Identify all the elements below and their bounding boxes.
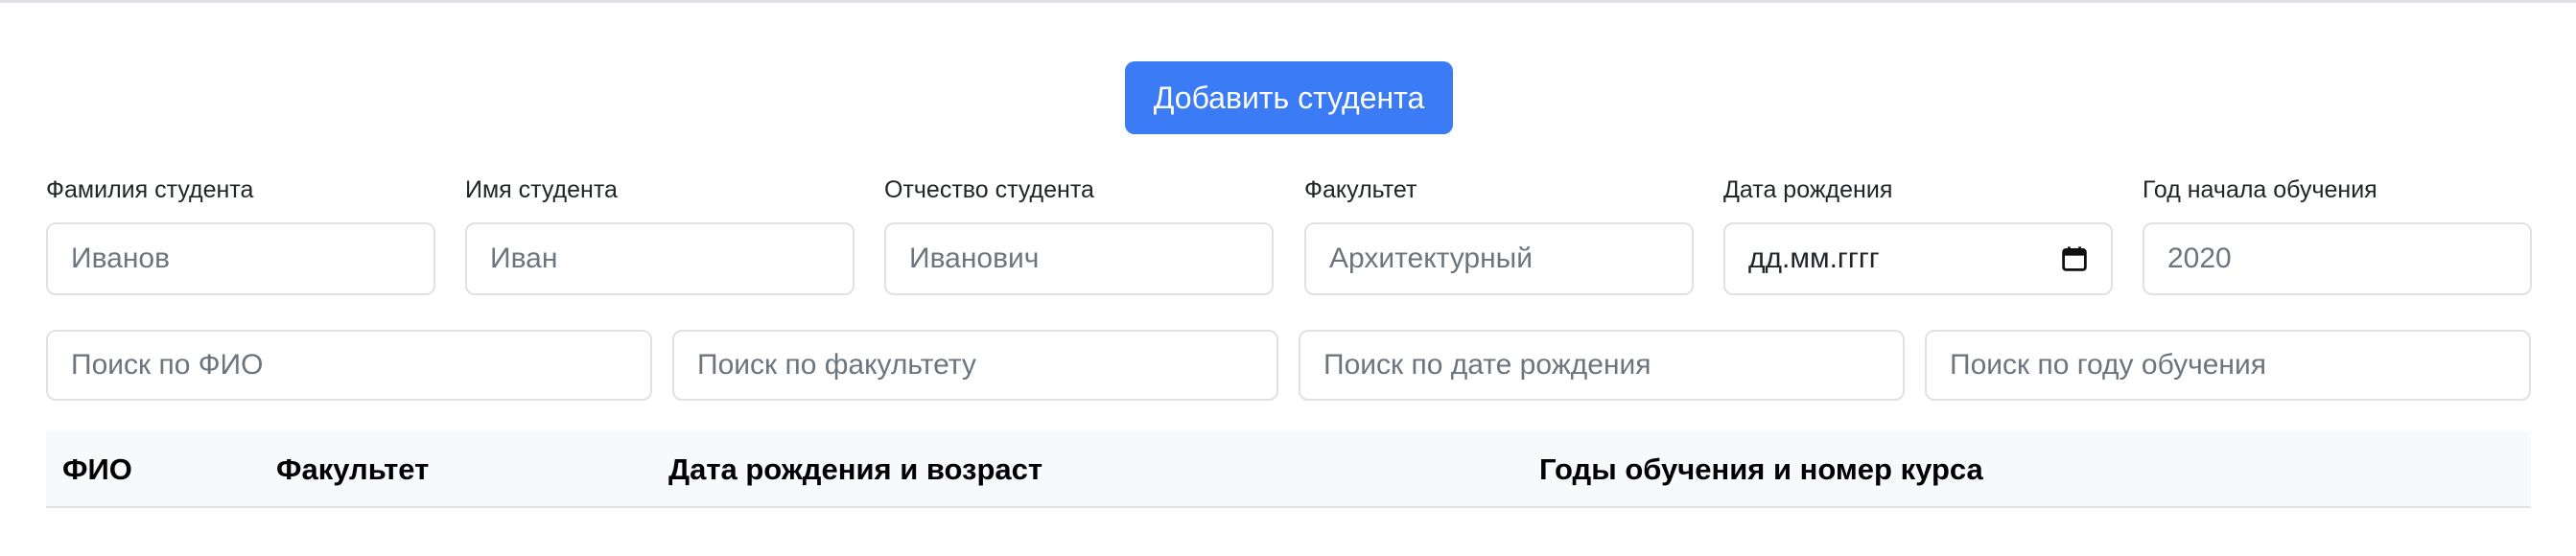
faculty-label: Факультет [1304, 176, 1417, 203]
first-name-input[interactable] [465, 222, 855, 295]
search-birthdate-input[interactable] [1299, 330, 1905, 401]
search-faculty-input[interactable] [672, 330, 1278, 401]
birth-date-placeholder: дд.мм.гггг [1748, 243, 1880, 274]
calendar-icon[interactable] [2061, 245, 2088, 272]
field-birth-date: Дата рождения дд.мм.гггг [1723, 173, 2113, 295]
students-table-header: ФИО Факультет Дата рождения и возраст Го… [46, 431, 2531, 508]
field-start-year: Год начала обучения [2143, 173, 2532, 295]
top-divider [0, 0, 2576, 3]
start-year-input[interactable] [2143, 222, 2532, 295]
search-fio-input[interactable] [46, 330, 652, 401]
field-middle-name: Отчество студента [884, 173, 1274, 295]
middle-name-input[interactable] [884, 222, 1274, 295]
birth-date-input[interactable]: дд.мм.гггг [1723, 222, 2113, 295]
faculty-input[interactable] [1304, 222, 1694, 295]
search-year-input[interactable] [1925, 330, 2531, 401]
last-name-input[interactable] [46, 222, 435, 295]
last-name-label: Фамилия студента [46, 176, 254, 203]
column-header-fio[interactable]: ФИО [62, 431, 132, 508]
add-student-button[interactable]: Добавить студента [1125, 61, 1453, 134]
field-faculty: Факультет [1304, 173, 1694, 295]
column-header-study-years[interactable]: Годы обучения и номер курса [1539, 431, 1983, 508]
field-last-name: Фамилия студента [46, 173, 435, 295]
middle-name-label: Отчество студента [884, 176, 1094, 203]
column-header-faculty[interactable]: Факультет [276, 431, 429, 508]
first-name-label: Имя студента [465, 176, 618, 203]
start-year-label: Год начала обучения [2143, 176, 2377, 203]
column-header-birthdate[interactable]: Дата рождения и возраст [668, 431, 1042, 508]
birth-date-label: Дата рождения [1723, 176, 1893, 203]
field-first-name: Имя студента [465, 173, 855, 295]
